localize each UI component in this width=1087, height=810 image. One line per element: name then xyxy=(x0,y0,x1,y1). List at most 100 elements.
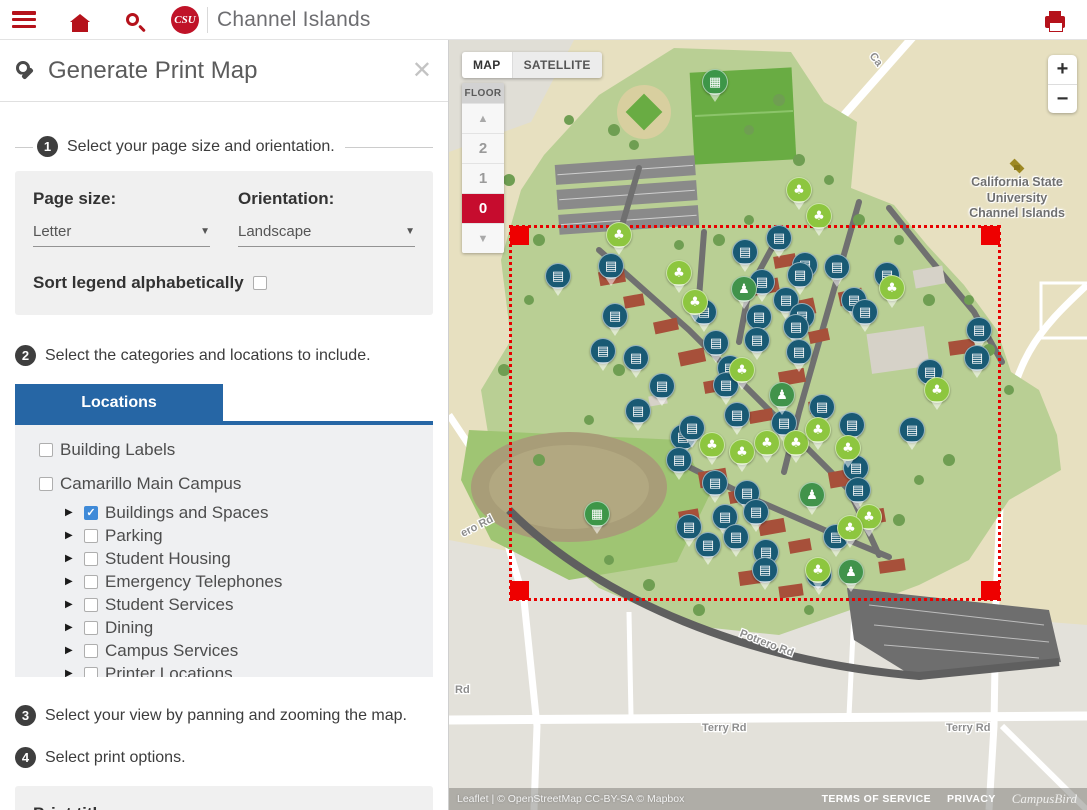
tree-marker[interactable]: ♣ xyxy=(806,203,832,229)
building-marker[interactable]: ▤ xyxy=(703,330,729,356)
building-marker[interactable]: ▤ xyxy=(786,339,812,365)
location-item[interactable]: ▶Campus Services xyxy=(39,639,433,662)
location-checkbox[interactable] xyxy=(84,529,98,543)
tab-locations[interactable]: Locations xyxy=(15,384,223,421)
map-canvas[interactable]: Terry RdTerry RdRdero RdPotrero RdCa ▤▤▤… xyxy=(449,40,1087,810)
zoom-out-button[interactable]: − xyxy=(1048,84,1077,113)
expand-arrow-icon[interactable]: ▶ xyxy=(65,668,77,677)
location-item[interactable]: Building Labels xyxy=(39,433,433,467)
building-marker[interactable]: ▤ xyxy=(545,263,571,289)
terms-of-service-link[interactable]: TERMS OF SERVICE xyxy=(822,793,931,805)
selection-handle-top-left[interactable] xyxy=(510,226,529,245)
page-size-select[interactable]: Letter ▼ xyxy=(33,223,210,247)
tree-marker[interactable]: ♣ xyxy=(786,177,812,203)
sort-legend-checkbox[interactable] xyxy=(253,276,267,290)
location-checkbox[interactable] xyxy=(84,644,98,658)
home-icon[interactable] xyxy=(72,22,88,32)
floor-button-1[interactable]: 1 xyxy=(462,163,504,193)
people-marker[interactable]: ♟ xyxy=(799,482,825,508)
floor-button-▼[interactable]: ▼ xyxy=(462,223,504,253)
building-marker[interactable]: ▤ xyxy=(590,338,616,364)
tree-marker[interactable]: ♣ xyxy=(606,222,632,248)
building-marker[interactable]: ▤ xyxy=(602,303,628,329)
orientation-select[interactable]: Landscape ▼ xyxy=(238,223,415,247)
building-marker[interactable]: ▤ xyxy=(852,299,878,325)
building-marker[interactable]: ▤ xyxy=(752,557,778,583)
print-icon[interactable] xyxy=(1045,16,1065,28)
location-item[interactable]: ▶Printer Locations xyxy=(39,662,433,677)
tree-marker[interactable]: ♣ xyxy=(666,260,692,286)
building-marker[interactable]: ▤ xyxy=(966,317,992,343)
tree-marker[interactable]: ♣ xyxy=(805,417,831,443)
building-marker[interactable]: ▤ xyxy=(845,477,871,503)
tree-marker[interactable]: ♣ xyxy=(805,557,831,583)
tree-marker[interactable]: ♣ xyxy=(879,275,905,301)
tab-satellite[interactable]: SATELLITE xyxy=(512,52,602,78)
expand-arrow-icon[interactable]: ▶ xyxy=(65,553,77,564)
csu-logo[interactable]: CSU xyxy=(171,6,199,34)
location-item[interactable]: ▶✓Buildings and Spaces xyxy=(39,501,433,524)
location-checkbox[interactable] xyxy=(84,552,98,566)
floor-button-▲[interactable]: ▲ xyxy=(462,103,504,133)
field-marker[interactable]: ▦ xyxy=(702,69,728,95)
location-item[interactable]: Camarillo Main Campus xyxy=(39,467,433,501)
expand-arrow-icon[interactable]: ▶ xyxy=(65,599,77,610)
selection-handle-top-right[interactable] xyxy=(981,226,1000,245)
location-item[interactable]: ▶Emergency Telephones xyxy=(39,570,433,593)
building-marker[interactable]: ▤ xyxy=(723,524,749,550)
building-marker[interactable]: ▤ xyxy=(702,470,728,496)
menu-icon[interactable] xyxy=(12,11,36,28)
expand-arrow-icon[interactable]: ▶ xyxy=(65,507,77,518)
building-marker[interactable]: ▤ xyxy=(787,262,813,288)
expand-arrow-icon[interactable]: ▶ xyxy=(65,645,77,656)
tree-marker[interactable]: ♣ xyxy=(837,515,863,541)
building-marker[interactable]: ▤ xyxy=(899,417,925,443)
building-marker[interactable]: ▤ xyxy=(964,345,990,371)
building-marker[interactable]: ▤ xyxy=(766,225,792,251)
location-item[interactable]: ▶Parking xyxy=(39,524,433,547)
building-marker[interactable]: ▤ xyxy=(744,327,770,353)
location-item[interactable]: ▶Student Housing xyxy=(39,547,433,570)
tree-marker[interactable]: ♣ xyxy=(729,439,755,465)
selection-handle-bottom-right[interactable] xyxy=(981,581,1000,600)
location-checkbox[interactable] xyxy=(84,621,98,635)
tree-marker[interactable]: ♣ xyxy=(835,435,861,461)
tree-marker[interactable]: ♣ xyxy=(754,430,780,456)
location-item[interactable]: ▶Student Services xyxy=(39,593,433,616)
building-marker[interactable]: ▤ xyxy=(724,402,750,428)
location-checkbox[interactable] xyxy=(84,667,98,678)
expand-arrow-icon[interactable]: ▶ xyxy=(65,576,77,587)
building-marker[interactable]: ▤ xyxy=(732,239,758,265)
tree-marker[interactable]: ♣ xyxy=(682,289,708,315)
building-marker[interactable]: ▤ xyxy=(839,412,865,438)
close-icon[interactable]: ✕ xyxy=(412,59,432,83)
building-marker[interactable]: ▤ xyxy=(824,254,850,280)
building-marker[interactable]: ▤ xyxy=(623,345,649,371)
expand-arrow-icon[interactable]: ▶ xyxy=(65,622,77,633)
building-marker[interactable]: ▤ xyxy=(649,373,675,399)
expand-arrow-icon[interactable]: ▶ xyxy=(65,530,77,541)
building-marker[interactable]: ▤ xyxy=(625,398,651,424)
tree-marker[interactable]: ♣ xyxy=(699,432,725,458)
privacy-link[interactable]: PRIVACY xyxy=(947,793,996,805)
floor-button-2[interactable]: 2 xyxy=(462,133,504,163)
location-item[interactable]: ▶Dining xyxy=(39,616,433,639)
people-marker[interactable]: ♟ xyxy=(838,559,864,585)
location-checkbox[interactable] xyxy=(84,598,98,612)
zoom-in-button[interactable]: + xyxy=(1048,55,1077,84)
location-checkbox[interactable] xyxy=(39,477,53,491)
people-marker[interactable]: ♟ xyxy=(769,382,795,408)
location-checkbox[interactable] xyxy=(39,443,53,457)
search-icon[interactable] xyxy=(126,13,139,26)
people-marker[interactable]: ♟ xyxy=(731,276,757,302)
building-marker[interactable]: ▤ xyxy=(695,532,721,558)
location-checkbox[interactable] xyxy=(84,575,98,589)
floor-button-0[interactable]: 0 xyxy=(462,193,504,223)
building-marker[interactable]: ▤ xyxy=(809,394,835,420)
building-marker[interactable]: ▤ xyxy=(743,499,769,525)
tree-marker[interactable]: ♣ xyxy=(729,357,755,383)
tree-marker[interactable]: ♣ xyxy=(924,377,950,403)
building-marker[interactable]: ▤ xyxy=(783,314,809,340)
location-checkbox[interactable]: ✓ xyxy=(84,506,98,520)
tab-map[interactable]: MAP xyxy=(462,52,512,78)
